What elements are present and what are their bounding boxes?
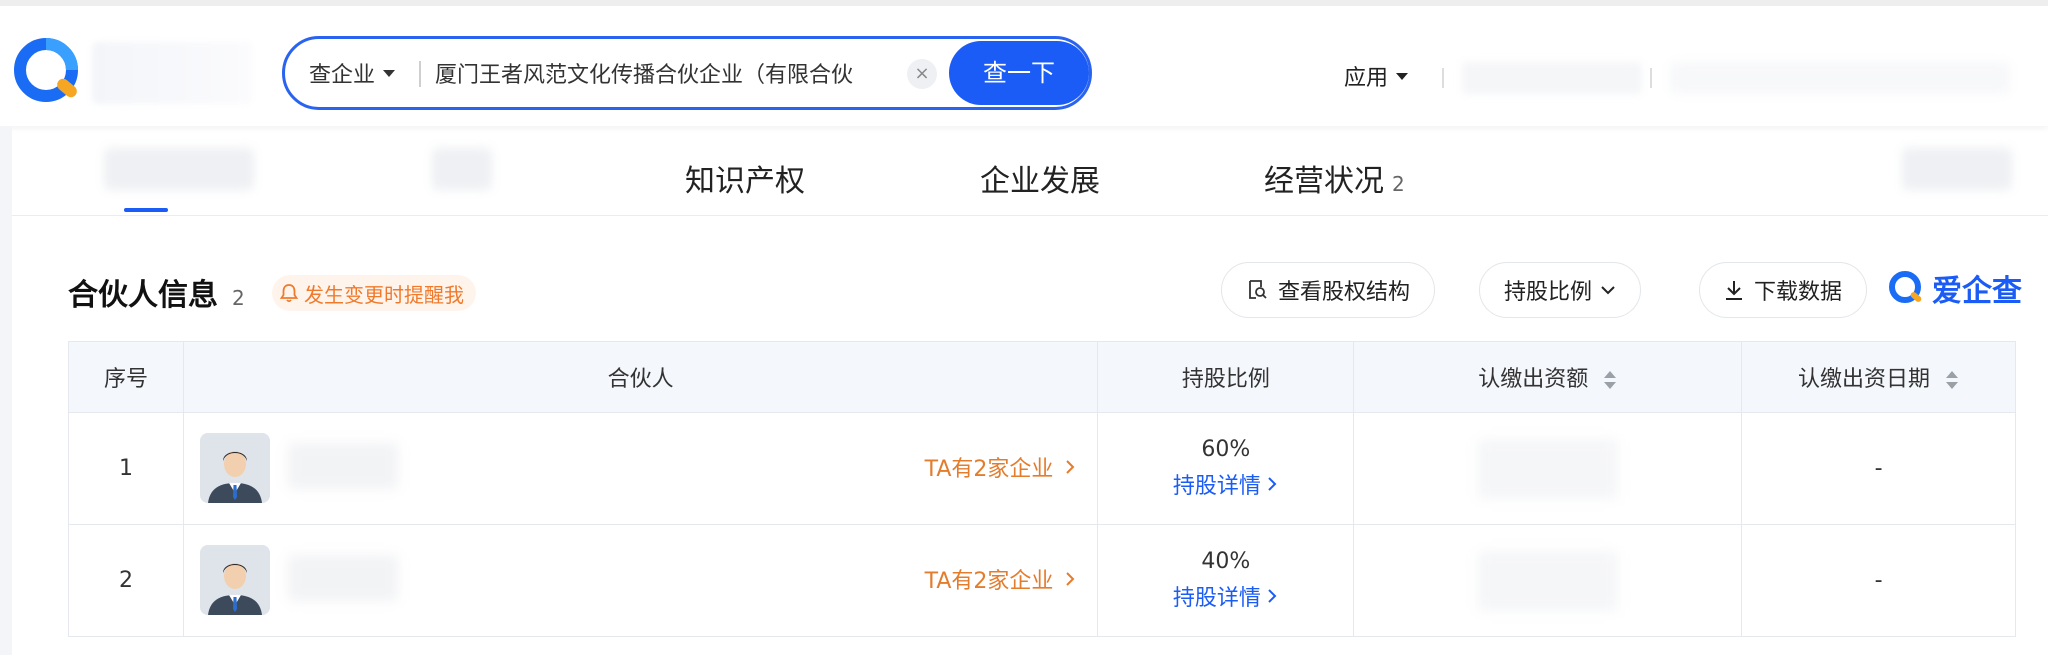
nav-item-blurred[interactable] [1462, 62, 1642, 94]
nav-divider [1442, 68, 1444, 88]
search-box: 查企业 × 查一下 [282, 36, 1092, 110]
search-type-dropdown[interactable]: 查企业 [309, 39, 396, 107]
tab-label: 知识产权 [685, 164, 805, 199]
date-header-label: 认缴出资日期 [1798, 367, 1931, 392]
section-tabs: 知识产权 企业发展 经营状况 2 [12, 126, 2048, 216]
aiqicha-logo-icon[interactable] [12, 34, 84, 110]
download-icon [1726, 281, 1742, 300]
aiqicha-brand-icon [1889, 271, 1922, 303]
tab-label: 企业发展 [980, 164, 1100, 199]
col-header-ratio: 持股比例 [1097, 341, 1355, 413]
tab-blurred-2[interactable] [432, 148, 492, 190]
ratio-filter-label: 持股比例 [1504, 280, 1593, 305]
holding-detail-link[interactable]: 持股详情 [1173, 580, 1279, 612]
nav-user-area-blurred[interactable] [1670, 62, 2010, 94]
holding-detail-label: 持股详情 [1172, 586, 1261, 611]
tab-enterprise-development[interactable]: 企业发展 [980, 156, 1100, 200]
view-equity-structure-button[interactable]: 查看股权结构 [1221, 262, 1436, 318]
search-input[interactable] [435, 53, 895, 93]
section-title: 合伙人信息 2 [68, 270, 245, 314]
search-type-label: 查企业 [309, 63, 376, 88]
section-title-text: 合伙人信息 [68, 278, 218, 313]
amount-value-blurred [1477, 550, 1618, 611]
amount-cell [1353, 412, 1743, 525]
person-avatar-icon[interactable] [199, 545, 270, 615]
download-data-button[interactable]: 下载数据 [1699, 262, 1868, 318]
download-label: 下载数据 [1754, 280, 1843, 305]
clear-icon[interactable]: × [907, 59, 937, 89]
remind-label: 发生变更时提醒我 [304, 282, 464, 307]
caret-down-icon [383, 69, 396, 77]
col-header-amount[interactable]: 认缴出资额 [1353, 341, 1743, 413]
partner-enterprises-link[interactable]: TA有2家企业 [925, 563, 1076, 595]
tab-blurred-1[interactable] [104, 148, 254, 190]
holding-detail-link[interactable]: 持股详情 [1173, 468, 1279, 500]
partner-cell: TA有2家企业 [182, 524, 1099, 637]
ratio-cell: 40% 持股详情 [1097, 524, 1355, 637]
partners-table: 序号 合伙人 持股比例 认缴出资额 认缴出资日期 1 TA有2家企业 60% 持… [68, 341, 2016, 637]
partner-name-blurred[interactable] [287, 443, 398, 489]
partner-name-blurred[interactable] [287, 555, 398, 601]
left-gutter [0, 126, 12, 655]
person-avatar-icon[interactable] [199, 433, 270, 503]
holding-detail-label: 持股详情 [1172, 474, 1261, 499]
amount-header-label: 认缴出资额 [1478, 367, 1589, 392]
bell-icon [280, 284, 298, 303]
sort-icon [1604, 371, 1617, 389]
sort-icon [1946, 371, 1959, 389]
col-header-partner: 合伙人 [182, 341, 1099, 413]
enterprises-link-label: TA有2家企业 [924, 569, 1054, 594]
table-row: 1 TA有2家企业 60% 持股详情 - [68, 412, 2016, 525]
table-header-row: 序号 合伙人 持股比例 认缴出资额 认缴出资日期 [68, 341, 2016, 413]
col-header-index: 序号 [68, 341, 184, 413]
row-index: 2 [68, 524, 184, 637]
table-row: 2 TA有2家企业 40% 持股详情 - [68, 524, 2016, 637]
partner-enterprises-link[interactable]: TA有2家企业 [925, 451, 1076, 483]
apps-label: 应用 [1344, 66, 1389, 91]
date-cell: - [1741, 524, 2016, 637]
amount-cell [1353, 524, 1743, 637]
enterprises-link-label: TA有2家企业 [924, 457, 1054, 482]
brand-label: 爱企查 [1932, 274, 2022, 309]
ratio-value: 40% [1201, 549, 1251, 574]
top-bar: 查企业 × 查一下 应用 [0, 0, 2048, 126]
tab-intellectual-property[interactable]: 知识产权 [685, 156, 805, 200]
ratio-cell: 60% 持股详情 [1097, 412, 1355, 525]
change-remind-button[interactable]: 发生变更时提醒我 [272, 275, 476, 311]
ratio-value: 60% [1201, 437, 1251, 462]
nav-divider [1650, 68, 1652, 88]
caret-down-icon [1396, 72, 1409, 80]
equity-structure-label: 查看股权结构 [1278, 280, 1411, 305]
search-divider [419, 61, 421, 87]
search-button[interactable]: 查一下 [949, 41, 1089, 105]
apps-menu[interactable]: 应用 [1344, 60, 1409, 92]
logo-text-blurred [92, 42, 252, 104]
chevron-down-icon [1601, 286, 1615, 295]
partner-cell: TA有2家企业 [182, 412, 1099, 525]
chevron-right-icon [1066, 572, 1075, 586]
chevron-right-icon [1268, 589, 1277, 603]
date-cell: - [1741, 412, 2016, 525]
ratio-filter-dropdown[interactable]: 持股比例 [1479, 262, 1642, 318]
section-count: 2 [232, 286, 245, 310]
tab-blurred-3[interactable] [1902, 148, 2012, 190]
chevron-right-icon [1066, 460, 1075, 474]
tab-business-status[interactable]: 经营状况 2 [1264, 156, 1405, 200]
tab-count: 2 [1392, 172, 1405, 196]
aiqicha-watermark: 爱企查 [1886, 266, 2022, 310]
chevron-right-icon [1268, 477, 1277, 491]
tab-label: 经营状况 [1264, 164, 1384, 199]
active-tab-indicator [124, 208, 168, 212]
amount-value-blurred [1477, 438, 1618, 499]
col-header-date[interactable]: 认缴出资日期 [1741, 341, 2016, 413]
structure-search-icon [1249, 280, 1267, 299]
row-index: 1 [68, 412, 184, 525]
